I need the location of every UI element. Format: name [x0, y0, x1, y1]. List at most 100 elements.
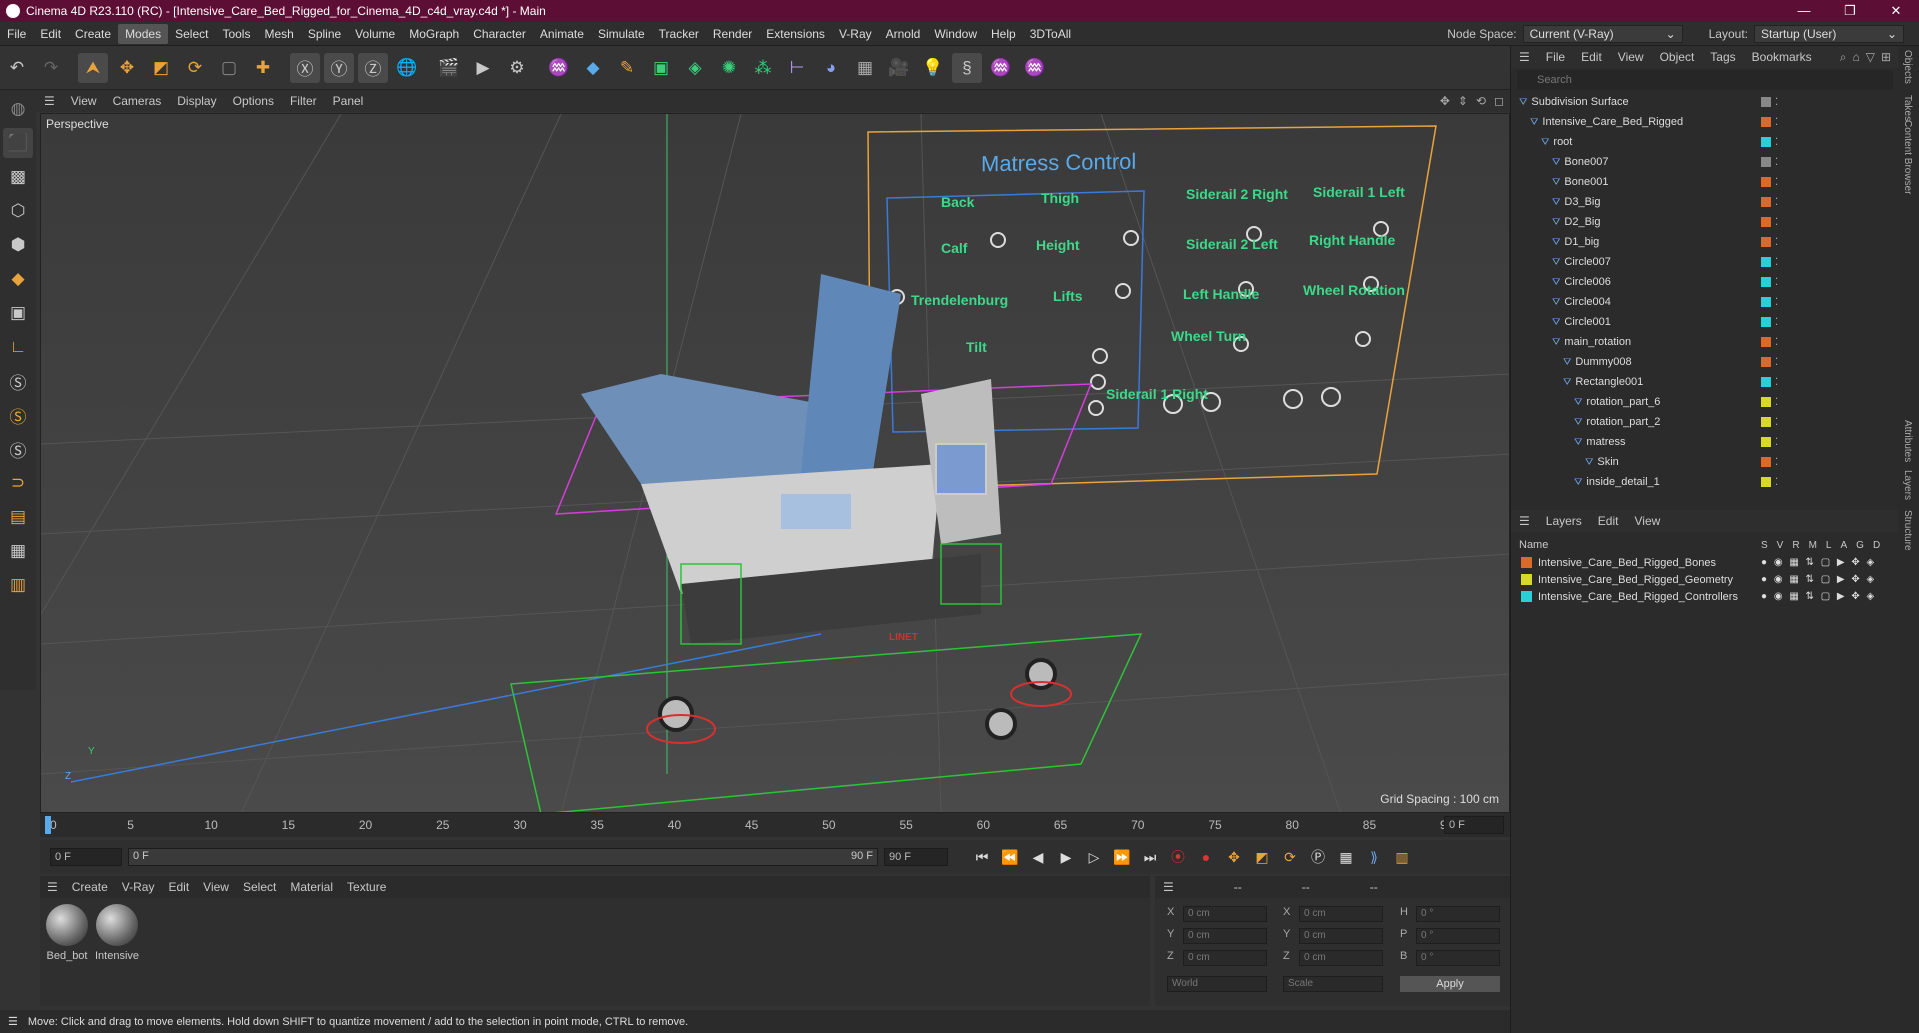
make-editable-icon[interactable]: ◍ [3, 94, 33, 124]
side-tab-takes[interactable]: Takes [1902, 95, 1913, 121]
key-pla-icon[interactable]: ▦ [1334, 845, 1358, 869]
visibility-dots-icon[interactable]: ⁚ [1775, 137, 1778, 148]
dolly-icon[interactable]: ⇕ [1458, 94, 1468, 108]
coord-value-field[interactable]: 0 cm [1299, 906, 1383, 922]
menu-3dtoall[interactable]: 3DToAll [1023, 24, 1078, 44]
play-icon[interactable]: ▶ [1054, 845, 1078, 869]
snap-icon[interactable]: § [952, 52, 982, 83]
layer-toggles-icon[interactable]: ● ◉ ▦ ⇅ ▢ ▶ ✥ ◈ [1761, 591, 1876, 602]
hamburger-icon[interactable]: ☰ [1511, 514, 1538, 528]
layer-color-swatch[interactable] [1761, 457, 1771, 467]
soft-selection-icon[interactable]: Ⓢ [3, 400, 33, 430]
minimize-button[interactable]: — [1781, 3, 1827, 19]
record-icon[interactable]: ⦿ [1166, 845, 1190, 869]
snap-mode-icon[interactable]: Ⓢ [3, 366, 33, 396]
layer-row[interactable]: Intensive_Care_Bed_Rigged_Geometry ● ◉ ▦ … [1511, 571, 1899, 588]
hamburger-icon[interactable]: ☰ [36, 94, 63, 108]
object-row[interactable]: ⛛ inside_detail_1 ⁚ [1511, 472, 1899, 492]
layer-color-swatch[interactable] [1761, 377, 1771, 387]
move-tool-icon[interactable]: ✥ [112, 53, 142, 83]
visibility-dots-icon[interactable]: ⁚ [1775, 197, 1778, 208]
menu-spline[interactable]: Spline [301, 24, 348, 44]
perspective-viewport[interactable]: Y Z Perspective Matress Control Back Thig… [40, 113, 1510, 813]
hamburger-icon[interactable]: ☰ [40, 880, 65, 894]
visibility-dots-icon[interactable]: ⁚ [1775, 397, 1778, 408]
extrude-icon[interactable]: ◈ [680, 53, 710, 83]
layer-color-swatch[interactable] [1761, 337, 1771, 347]
menu-file[interactable]: File [0, 24, 33, 44]
python-script2-icon[interactable]: ♒ [1020, 53, 1050, 83]
layer-menu-edit[interactable]: Edit [1590, 514, 1627, 528]
transform-icon[interactable]: ▢ [214, 53, 244, 83]
field-icon[interactable]: ◕ [816, 53, 846, 83]
viewport-menu-view[interactable]: View [63, 94, 105, 108]
visibility-dots-icon[interactable]: ⁚ [1775, 297, 1778, 308]
menu-modes[interactable]: Modes [118, 23, 169, 44]
visibility-dots-icon[interactable]: ⁚ [1775, 337, 1778, 348]
pan-icon[interactable]: ✥ [1440, 94, 1450, 108]
python-icon[interactable]: ♒ [544, 53, 574, 83]
object-row[interactable]: ⛛ D1_big ⁚ [1511, 232, 1899, 252]
object-row[interactable]: ⛛ D2_Big ⁚ [1511, 212, 1899, 232]
layer-menu-view[interactable]: View [1626, 514, 1668, 528]
grid-icon[interactable]: ▤ [3, 502, 33, 532]
select-tool-icon[interactable]: ⮝ [78, 52, 108, 83]
menu-help[interactable]: Help [984, 24, 1023, 44]
coord-value-field[interactable]: 0 ° [1416, 950, 1500, 966]
menu-volume[interactable]: Volume [348, 24, 402, 44]
viewport-menu-cameras[interactable]: Cameras [105, 94, 170, 108]
polygons-mode-icon[interactable]: ◆ [3, 264, 33, 294]
coord-value-field[interactable]: 0 cm [1299, 928, 1383, 944]
menu-create[interactable]: Create [68, 24, 118, 44]
deformer-icon[interactable]: ⊢ [782, 53, 812, 83]
object-row[interactable]: ⛛ Circle004 ⁚ [1511, 292, 1899, 312]
object-row[interactable]: ⛛ root ⁚ [1511, 132, 1899, 152]
object-row[interactable]: ⛛ Circle006 ⁚ [1511, 272, 1899, 292]
layer-color-swatch[interactable] [1761, 197, 1771, 207]
coord-value-field[interactable]: 0 cm [1299, 950, 1383, 966]
menu-window[interactable]: Window [927, 24, 984, 44]
object-row[interactable]: ⛛ Skin ⁚ [1511, 452, 1899, 472]
menu-mesh[interactable]: Mesh [257, 24, 300, 44]
object-menu-view[interactable]: View [1610, 50, 1652, 64]
hamburger-icon[interactable]: ☰ [1511, 50, 1538, 64]
redo-icon[interactable]: ↷ [36, 53, 66, 83]
object-menu-tags[interactable]: Tags [1702, 50, 1743, 64]
coord-value-field[interactable]: 0 cm [1183, 906, 1267, 922]
start-frame-field[interactable]: 0 F [50, 848, 122, 866]
coord-value-field[interactable]: 0 ° [1416, 906, 1500, 922]
menu-render[interactable]: Render [706, 24, 759, 44]
frame-range-slider[interactable]: 0 F 90 F [128, 848, 878, 866]
visibility-dots-icon[interactable]: ⁚ [1775, 157, 1778, 168]
world-coords-icon[interactable]: 🌐 [392, 53, 422, 83]
cube-icon[interactable]: ◆ [578, 53, 608, 83]
visibility-dots-icon[interactable]: ⁚ [1775, 217, 1778, 228]
layer-color-swatch[interactable] [1761, 237, 1771, 247]
material-swatch[interactable]: Bed_bot [44, 904, 90, 962]
layer-row[interactable]: Intensive_Care_Bed_Rigged_Controllers ● ◉… [1511, 588, 1899, 605]
menu-simulate[interactable]: Simulate [591, 24, 652, 44]
menu-select[interactable]: Select [168, 24, 215, 44]
visibility-dots-icon[interactable]: ⁚ [1775, 417, 1778, 428]
checker-icon[interactable]: ▦ [3, 536, 33, 566]
visibility-dots-icon[interactable]: ⁚ [1775, 177, 1778, 188]
pen-spline-icon[interactable]: ✎ [612, 53, 642, 83]
coord-mode-dropdown[interactable]: World [1167, 976, 1267, 992]
side-tab-attributes[interactable]: Attributes [1902, 420, 1913, 462]
coord-value-field[interactable]: 0 cm [1183, 928, 1267, 944]
close-button[interactable]: ✕ [1873, 3, 1919, 19]
visibility-dots-icon[interactable]: ⁚ [1775, 257, 1778, 268]
layer-color-swatch[interactable] [1761, 177, 1771, 187]
object-row[interactable]: ⛛ D3_Big ⁚ [1511, 192, 1899, 212]
timeline-ruler[interactable]: 051015202530354045505560657075808590 0 F [40, 813, 1510, 837]
workplane-icon[interactable]: ∟ [3, 332, 33, 362]
node-space-dropdown[interactable]: Current (V-Ray) ⌄ [1522, 24, 1683, 43]
object-row[interactable]: ⛛ Intensive_Care_Bed_Rigged ⁚ [1511, 112, 1899, 132]
visibility-dots-icon[interactable]: ⁚ [1775, 97, 1778, 108]
material-menu-v-ray[interactable]: V-Ray [115, 880, 162, 894]
layer-color-swatch[interactable] [1761, 437, 1771, 447]
side-tab-objects[interactable]: Objects [1902, 50, 1913, 84]
object-row[interactable]: ⛛ Rectangle001 ⁚ [1511, 372, 1899, 392]
layer-color-swatch[interactable] [1761, 157, 1771, 167]
x-axis-lock-icon[interactable]: Ⓧ [290, 52, 320, 83]
